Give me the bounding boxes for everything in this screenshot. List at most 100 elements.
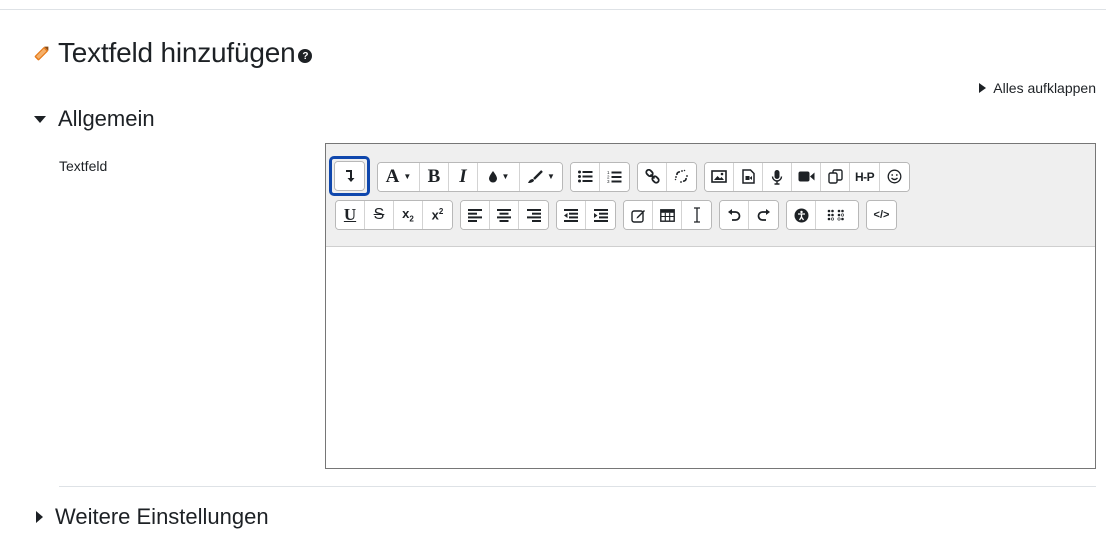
- accessibility-checker-button[interactable]: [787, 201, 816, 229]
- record-video-button[interactable]: [792, 162, 821, 191]
- text-cursor-icon: [692, 207, 702, 223]
- subscript-icon: x2: [402, 206, 414, 224]
- editor-content-area[interactable]: [326, 247, 1095, 468]
- superscript-button[interactable]: x2: [423, 201, 452, 229]
- toolbar-group: 123: [570, 161, 630, 192]
- screenreader-helper-button[interactable]: [816, 201, 858, 229]
- toolbar-group: </>: [866, 200, 897, 230]
- text-editor: A ▼ B I ▼ ▼ 1 2 3 H-P U S x2 x2 </>: [325, 143, 1096, 469]
- expand-all-label: Alles aufklappen: [993, 80, 1096, 96]
- redo-button[interactable]: [749, 201, 778, 229]
- undo-icon: [727, 208, 741, 222]
- media-button[interactable]: [734, 162, 763, 191]
- align-left-button[interactable]: [461, 201, 490, 229]
- outdent-button[interactable]: [557, 201, 586, 229]
- paintbrush-icon: [527, 169, 543, 184]
- italic-icon: I: [459, 165, 467, 187]
- align-right-button[interactable]: [519, 201, 548, 229]
- html-source-button[interactable]: </>: [867, 201, 896, 229]
- superscript-digit: 2: [438, 207, 444, 217]
- bold-button[interactable]: B: [420, 162, 449, 191]
- caret-down-icon: [34, 115, 46, 123]
- microphone-icon: [771, 169, 783, 185]
- expand-all-link[interactable]: Alles aufklappen: [979, 80, 1096, 96]
- toolbar-row-2: U S x2 x2 </>: [335, 200, 904, 230]
- italic-button[interactable]: I: [449, 162, 478, 191]
- svg-text:3: 3: [607, 179, 610, 184]
- subscript-digit: 2: [409, 214, 414, 224]
- emoji-button[interactable]: [880, 162, 910, 191]
- focus-ring: [329, 156, 370, 196]
- caret-right-icon: [36, 511, 43, 523]
- subscript-button[interactable]: x2: [394, 201, 423, 229]
- clear-formatting-button[interactable]: [682, 201, 711, 229]
- pencil-square-icon: [630, 208, 646, 223]
- video-camera-icon: [798, 171, 815, 182]
- equation-button[interactable]: [624, 201, 653, 229]
- toolbar-group: [460, 200, 549, 230]
- help-icon[interactable]: ?: [298, 49, 313, 63]
- font-style-dropdown[interactable]: A ▼: [378, 162, 420, 191]
- page-heading: Textfeld hinzufügen ?: [32, 36, 313, 70]
- outdent-icon: [564, 208, 578, 222]
- chevron-down-icon: ▼: [501, 172, 510, 181]
- section-more-label: Weitere Einstellungen: [55, 504, 269, 529]
- strikethrough-icon: S: [373, 206, 385, 223]
- section-general-label: Allgemein: [58, 106, 155, 131]
- redo-icon: [757, 208, 771, 222]
- toolbar-group: [786, 200, 859, 230]
- files-icon: [827, 169, 843, 184]
- background-color-dropdown[interactable]: ▼: [520, 162, 562, 191]
- toolbar-group: [556, 200, 616, 230]
- toolbar-group: [334, 161, 365, 191]
- unlink-icon: [674, 169, 689, 184]
- media-file-icon: [741, 169, 755, 184]
- indent-button[interactable]: [586, 201, 615, 229]
- toolbar-group: U S x2 x2: [335, 200, 453, 230]
- underline-icon: U: [343, 205, 357, 224]
- top-rule: [0, 9, 1106, 10]
- toggle-more-icon: [344, 169, 356, 183]
- align-right-icon: [526, 208, 541, 222]
- caret-right-icon: [979, 83, 987, 93]
- droplet-icon: [488, 170, 498, 183]
- unordered-list-button[interactable]: [571, 162, 600, 191]
- toolbar-group: [637, 161, 697, 192]
- align-center-icon: [497, 208, 511, 222]
- manage-files-button[interactable]: [821, 162, 850, 191]
- underline-button[interactable]: U: [336, 201, 365, 229]
- accessibility-icon: [794, 208, 809, 223]
- page-title: Textfeld hinzufügen: [58, 37, 296, 68]
- ordered-list-button[interactable]: 123: [600, 162, 629, 191]
- font-color-dropdown[interactable]: ▼: [478, 162, 520, 191]
- table-icon: [659, 208, 675, 222]
- image-icon: [711, 170, 727, 183]
- braille-icon: [827, 209, 847, 221]
- align-left-icon: [468, 208, 482, 222]
- bold-icon: B: [427, 165, 441, 187]
- toolbar-group: H-P: [704, 161, 911, 192]
- strikethrough-button[interactable]: S: [365, 201, 394, 229]
- undo-button[interactable]: [720, 201, 749, 229]
- font-letter-icon: A: [385, 165, 400, 187]
- align-center-button[interactable]: [490, 201, 519, 229]
- show-more-buttons[interactable]: [335, 162, 364, 190]
- toolbar-row-1: A ▼ B I ▼ ▼ 1 2 3 H-P: [329, 156, 917, 196]
- chevron-down-icon: ▼: [547, 172, 555, 181]
- unlink-button[interactable]: [667, 162, 696, 191]
- table-button[interactable]: [653, 201, 682, 229]
- section-more-toggle[interactable]: Weitere Einstellungen: [34, 504, 269, 530]
- image-button[interactable]: [705, 162, 734, 191]
- link-icon: [644, 169, 660, 184]
- section-divider: [59, 486, 1096, 487]
- code-icon: </>: [873, 209, 890, 221]
- h5p-button[interactable]: H-P: [850, 162, 881, 191]
- superscript-base: x: [431, 207, 439, 223]
- toolbar-group: [623, 200, 712, 230]
- record-audio-button[interactable]: [763, 162, 792, 191]
- link-button[interactable]: [638, 162, 667, 191]
- section-general-toggle[interactable]: Allgemein: [34, 106, 155, 132]
- smiley-icon: [887, 169, 902, 184]
- superscript-icon: x2: [432, 207, 444, 222]
- numbered-list-icon: 123: [607, 170, 622, 184]
